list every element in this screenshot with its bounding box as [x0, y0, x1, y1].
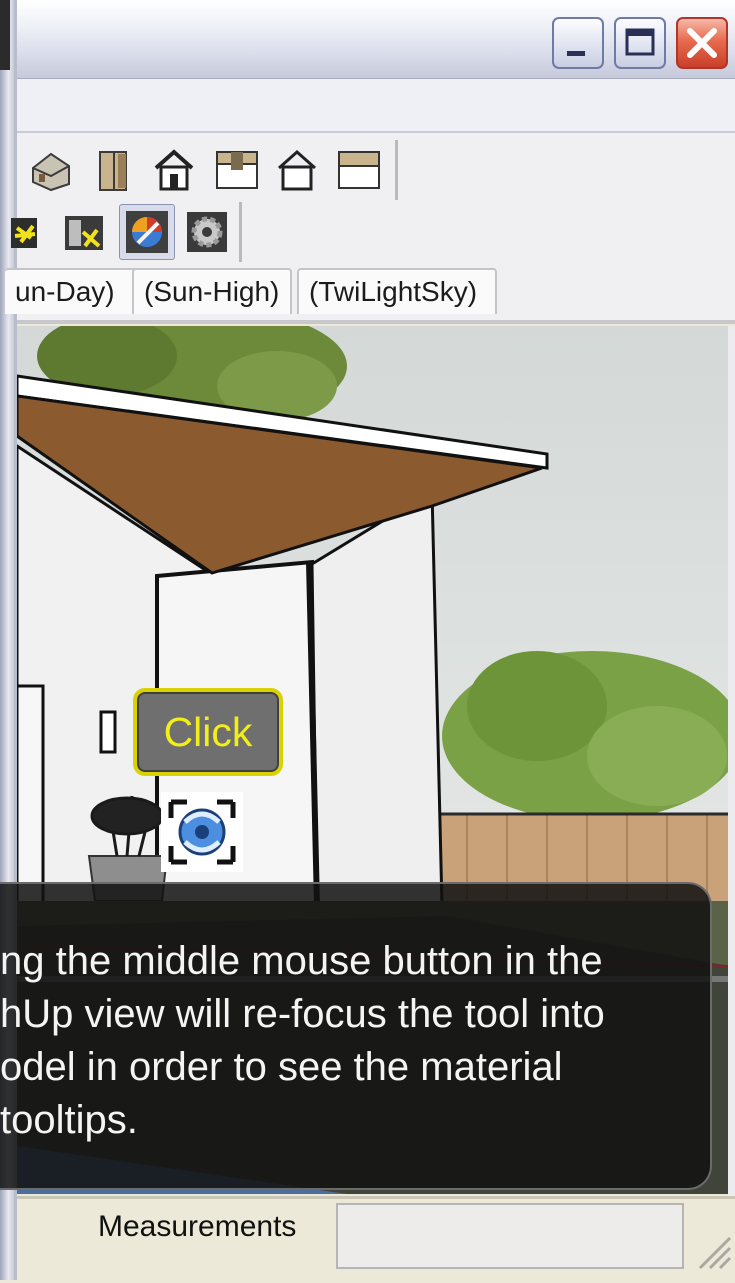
- tooltip-line-2: hUp view will re-focus the tool into: [0, 992, 605, 1036]
- gear-icon[interactable]: [183, 208, 231, 256]
- viewport-edge: [728, 326, 735, 1206]
- top-view-icon[interactable]: [213, 146, 261, 194]
- material-palette-icon[interactable]: [119, 204, 175, 260]
- tab-twilight-sky[interactable]: (TwiLightSky): [297, 268, 497, 314]
- minimize-icon: [567, 51, 585, 56]
- close-icon: [687, 28, 717, 58]
- views-toolbar: [17, 140, 398, 200]
- house-wall-right: [310, 488, 444, 908]
- tree-right: [442, 651, 730, 821]
- iso-view-icon[interactable]: [27, 146, 75, 194]
- scene-tabs: un-Day) (Sun-High) (TwiLightSky): [5, 266, 735, 320]
- left-window-title-fragment: [0, 0, 10, 70]
- tab-sun-high[interactable]: (Sun-High): [132, 268, 292, 314]
- outline-house-icon[interactable]: [273, 146, 321, 194]
- measurements-label: Measurements: [98, 1210, 297, 1243]
- resize-grip-icon[interactable]: [690, 1228, 732, 1270]
- tooltip-line-1: ng the middle mouse button in the: [0, 939, 603, 983]
- menu-bar: [17, 79, 735, 133]
- sun-settings-icon[interactable]: [61, 208, 109, 256]
- maximize-icon: [625, 28, 655, 56]
- side-view-icon[interactable]: [335, 146, 383, 194]
- light-rays-icon[interactable]: [11, 208, 59, 256]
- tooltip-line-3: odel in order to see the material: [0, 1045, 563, 1089]
- tooltip-text: ng the middle mouse button in the hUp vi…: [0, 935, 712, 1200]
- minimize-button[interactable]: [552, 17, 604, 69]
- render-toolbar: [11, 202, 242, 262]
- front-view-icon[interactable]: [90, 146, 138, 194]
- orbit-cursor-icon: [161, 792, 243, 872]
- measurements-input[interactable]: [336, 1203, 684, 1269]
- tooltip-line-4: tooltips.: [0, 1098, 138, 1142]
- tab-sun-day[interactable]: un-Day): [5, 268, 142, 314]
- house-view-icon[interactable]: [150, 146, 198, 194]
- click-indicator-badge: Click: [133, 688, 283, 776]
- close-button[interactable]: [676, 17, 728, 69]
- tabs-divider: [17, 320, 735, 324]
- maximize-button[interactable]: [614, 17, 666, 69]
